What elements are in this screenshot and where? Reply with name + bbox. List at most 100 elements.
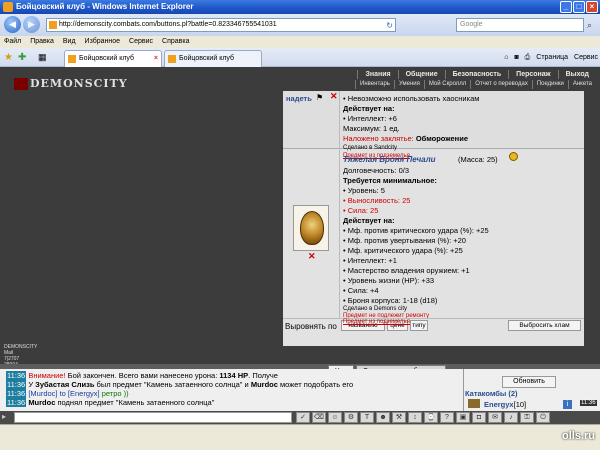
- ie-icon: [3, 2, 13, 12]
- mail-icon[interactable]: ✉: [488, 412, 502, 423]
- filter-icon[interactable]: ⚙: [344, 412, 358, 423]
- menu-file[interactable]: Файл: [4, 36, 21, 48]
- window-titlebar: Бойцовский клуб - Windows Internet Explo…: [0, 0, 600, 14]
- chat-arrow-icon: ▸: [2, 412, 7, 421]
- tab-page-icon: [68, 55, 76, 63]
- top-item-line: • Интеллект: +6: [343, 114, 397, 123]
- home-icon[interactable]: ⌂: [504, 50, 508, 65]
- scroll-icon[interactable]: ↕: [408, 412, 422, 423]
- chat-time[interactable]: 11:36: [6, 389, 27, 398]
- item-name[interactable]: Тяжелая Броня Печали: [343, 155, 436, 164]
- chat-message: У Зубастая Слизь был предмет "Камень зат…: [28, 380, 354, 389]
- smiles-icon[interactable]: ☺: [328, 412, 342, 423]
- equip-link[interactable]: надеть: [286, 94, 312, 103]
- item-info-icon[interactable]: [509, 152, 518, 161]
- window-title: Бойцовский клуб - Windows Internet Explo…: [16, 2, 194, 11]
- chat-message: [Murdoc] to [Energyx] ретро )): [28, 389, 129, 398]
- sound-icon[interactable]: ♪: [504, 412, 518, 423]
- menu-edit[interactable]: Правка: [30, 36, 54, 48]
- print-icon[interactable]: ⎙: [525, 50, 531, 65]
- watermark: olls.ru: [562, 430, 596, 442]
- chat-time[interactable]: 11:36: [6, 371, 27, 380]
- subnav-fights[interactable]: Поединки: [531, 80, 568, 89]
- settings-icon[interactable]: ⚒: [392, 412, 406, 423]
- game-subnav: Инвентарь Умения Мой Скроллл Отчет о пер…: [355, 80, 596, 89]
- subnav-scroll[interactable]: Мой Скроллл: [423, 80, 470, 89]
- throw-junk-button[interactable]: Выбросить хлам: [508, 320, 581, 331]
- tab-label: Бойцовский клуб: [179, 55, 235, 62]
- subnav-transfers[interactable]: Отчет о переводах: [470, 80, 532, 89]
- nav-security[interactable]: Безопасность: [444, 70, 509, 79]
- delete-icon[interactable]: ✕: [308, 251, 316, 262]
- user-info-icon[interactable]: i: [563, 400, 572, 409]
- tab-grid-icon[interactable]: ▦: [38, 52, 47, 63]
- nav-character[interactable]: Персонаж: [508, 70, 557, 79]
- top-item-line: Максимум: 1 ед.: [343, 124, 400, 133]
- page-menu[interactable]: Страница: [536, 50, 568, 65]
- user-name[interactable]: Energyx[10]: [484, 400, 526, 409]
- subnav-inventory[interactable]: Инвентарь: [355, 80, 394, 89]
- user-login[interactable]: Energyx: [484, 400, 514, 409]
- item-effect: • Мф. против увертывания (%): +20: [343, 236, 466, 245]
- minimize-button[interactable]: _: [560, 1, 572, 13]
- feeds-icon[interactable]: ◙: [514, 50, 518, 65]
- menu-tools[interactable]: Сервис: [129, 36, 153, 48]
- back-icon[interactable]: ◀: [4, 16, 21, 33]
- chat-message: Внимание! Бой закончен. Всего вами нанес…: [28, 371, 278, 380]
- favorites-star-icon[interactable]: ★: [4, 52, 13, 63]
- search-icon[interactable]: ⌕: [587, 18, 598, 32]
- delete-icon[interactable]: ✕: [330, 91, 338, 102]
- subnav-skills[interactable]: Умения: [393, 80, 424, 89]
- nav-communication[interactable]: Общение: [397, 70, 445, 79]
- sort-by-type-button[interactable]: типу: [410, 320, 428, 331]
- game-logo: DEMONSCITY: [14, 77, 128, 90]
- exit-icon[interactable]: ⏻: [536, 412, 550, 423]
- command-bar: ⌂ ◙ ⎙ Страница Сервис: [504, 50, 598, 65]
- url-text: http://demonscity.combats.com/buttons.pl…: [59, 21, 277, 28]
- user-level: [10]: [513, 400, 527, 409]
- chat-line: 11:36 [Murdoc] to [Energyx] ретро )): [6, 389, 129, 398]
- refresh-button[interactable]: Обновить: [502, 376, 556, 388]
- lock-icon[interactable]: ⚿: [520, 412, 534, 423]
- add-favorite-icon[interactable]: ✚: [18, 52, 26, 63]
- map-icon[interactable]: ▣: [456, 412, 470, 423]
- help-icon[interactable]: ?: [440, 412, 454, 423]
- equip-icon[interactable]: ⚑: [316, 93, 323, 102]
- inventory-icon[interactable]: ◘: [472, 412, 486, 423]
- send-icon[interactable]: ✓: [296, 412, 310, 423]
- tab-label: Бойцовский клуб: [79, 55, 135, 62]
- chat-line: 11:36 Внимание! Бой закончен. Всего вами…: [6, 371, 278, 380]
- forward-icon[interactable]: ▶: [23, 16, 40, 33]
- maximize-button[interactable]: □: [573, 1, 585, 13]
- clear-icon[interactable]: ⌫: [312, 412, 326, 423]
- history-icon[interactable]: ⌚: [424, 412, 438, 423]
- chat-line: 11:36 Murdoc поднял предмет "Камень зата…: [6, 398, 214, 407]
- item-effect: • Броня корпуса: 1-18 (d18): [343, 296, 438, 305]
- armor-icon: [300, 211, 324, 245]
- menu-help[interactable]: Справка: [162, 36, 189, 48]
- refresh-icon[interactable]: ↻: [386, 20, 393, 31]
- menu-favorites[interactable]: Избранное: [85, 36, 120, 48]
- tools-menu[interactable]: Сервис: [574, 50, 598, 65]
- item-req: • Выносливость: 25: [343, 196, 411, 205]
- emotes-icon[interactable]: ☻: [376, 412, 390, 423]
- chat-time[interactable]: 11:36: [6, 380, 27, 389]
- logo-text: DEMONSCITY: [30, 77, 128, 90]
- nav-exit[interactable]: Выход: [557, 70, 596, 79]
- top-item-line: • Невозможно использовать хаосникам: [343, 94, 480, 103]
- search-input[interactable]: Google: [456, 18, 584, 32]
- chat-input[interactable]: [14, 412, 292, 423]
- translit-icon[interactable]: T: [360, 412, 374, 423]
- armor-image[interactable]: [293, 205, 329, 251]
- sort-label: Выровнять по: [285, 322, 337, 331]
- tab-close-icon[interactable]: ×: [154, 51, 158, 66]
- tab-1[interactable]: Бойцовский клуб ×: [64, 50, 162, 67]
- nav-knowledge[interactable]: Знания: [357, 70, 397, 79]
- close-button[interactable]: ×: [586, 1, 598, 13]
- menu-view[interactable]: Вид: [63, 36, 76, 48]
- subnav-profile[interactable]: Анкета: [567, 80, 596, 89]
- chat-time[interactable]: 11:36: [6, 398, 27, 407]
- user-align-icon: [468, 399, 480, 408]
- tab-2[interactable]: Бойцовский клуб: [164, 50, 262, 67]
- address-bar[interactable]: http://demonscity.combats.com/buttons.pl…: [46, 18, 396, 32]
